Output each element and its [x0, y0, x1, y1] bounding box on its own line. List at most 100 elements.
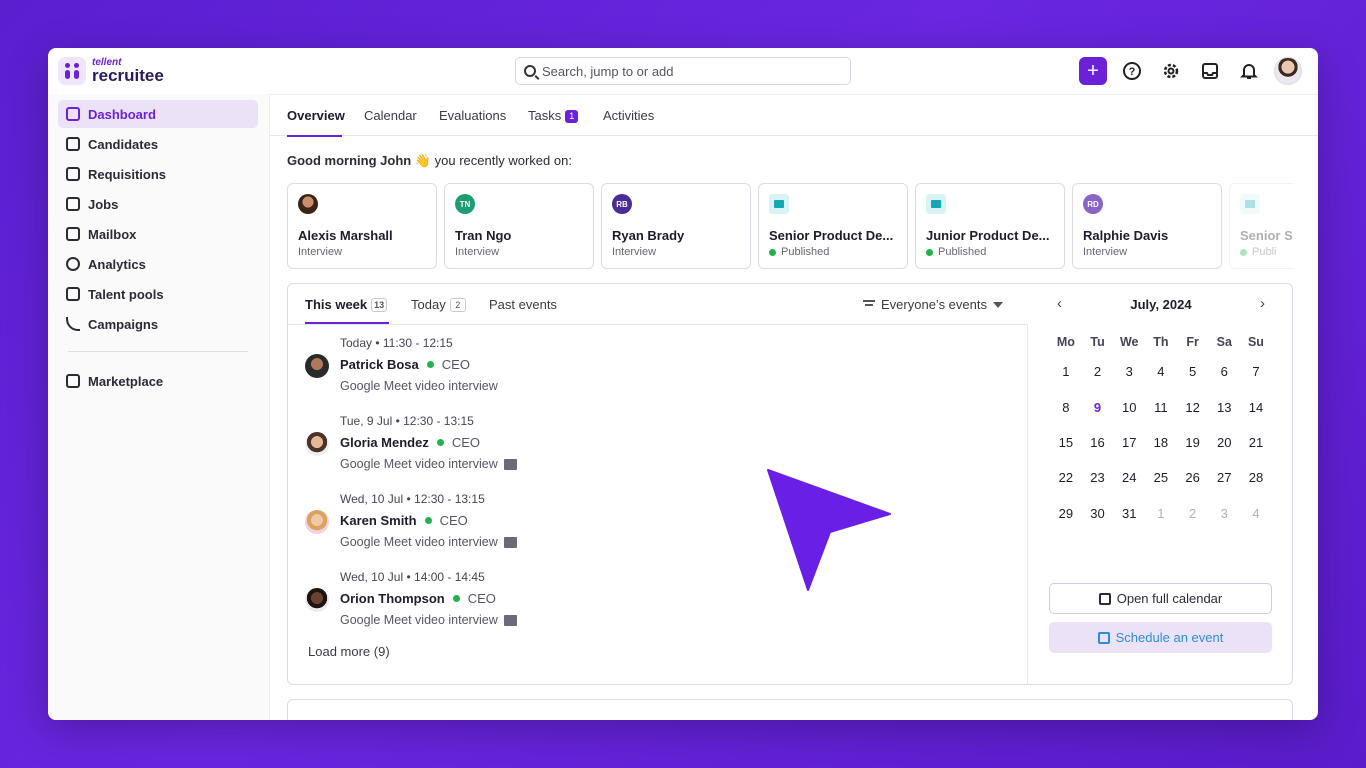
inbox-icon[interactable]	[1196, 57, 1224, 85]
chevron-right-icon[interactable]: ›	[1260, 295, 1265, 312]
calendar-day[interactable]: 7	[1240, 364, 1272, 379]
status-dot	[424, 517, 432, 524]
message-icon[interactable]	[503, 458, 517, 470]
recent-card[interactable]: Junior Product De... Published	[915, 183, 1065, 269]
calendar-week: 29 30 31 1 2 3 4	[1050, 496, 1272, 531]
sidebar-divider	[68, 351, 248, 352]
tab-tasks[interactable]: Tasks 1	[528, 108, 579, 123]
sidebar-item-candidates[interactable]: Candidates	[58, 130, 258, 158]
calendar-day-next-month[interactable]: 1	[1145, 506, 1177, 521]
event-time: Tue, 9 Jul • 12:30 - 13:15	[340, 414, 474, 428]
calendar-day[interactable]: 11	[1145, 400, 1177, 415]
chevron-down-icon	[993, 301, 1003, 308]
calendar-day[interactable]: 26	[1177, 470, 1209, 485]
user-avatar[interactable]	[1274, 57, 1302, 85]
calendar-day[interactable]: 14	[1240, 400, 1272, 415]
calendar-day[interactable]: 21	[1240, 435, 1272, 450]
event-role: CEO	[441, 357, 470, 372]
sidebar-item-requisitions[interactable]: Requisitions	[58, 160, 258, 188]
search-placeholder: Search, jump to or add	[542, 63, 674, 79]
calendar-day-today[interactable]: 9	[1081, 391, 1114, 424]
calendar-day[interactable]: 28	[1240, 470, 1272, 485]
calendar-day[interactable]: 1	[1050, 364, 1082, 379]
briefcase-icon	[1240, 194, 1260, 214]
calendar-day[interactable]: 15	[1050, 435, 1082, 450]
calendar-day[interactable]: 4	[1145, 364, 1177, 379]
recent-card[interactable]: Alexis Marshall Interview	[287, 183, 437, 269]
calendar-day[interactable]: 30	[1082, 506, 1114, 521]
sidebar-item-dashboard[interactable]: Dashboard	[58, 100, 258, 128]
notifications-bell-icon[interactable]	[1235, 57, 1263, 85]
calendar-day[interactable]: 27	[1208, 470, 1240, 485]
calendar-day[interactable]: 29	[1050, 506, 1082, 521]
calendar-day[interactable]: 18	[1145, 435, 1177, 450]
recent-card[interactable]: Senior Product De... Published	[758, 183, 908, 269]
status-dot	[426, 361, 434, 368]
recent-card-sub: Interview	[298, 246, 343, 258]
sidebar-item-marketplace[interactable]: Marketplace	[58, 367, 258, 395]
settings-gear-icon[interactable]	[1157, 57, 1185, 85]
tab-past-events[interactable]: Past events	[489, 297, 557, 312]
folder-icon	[66, 287, 80, 301]
calendar-day[interactable]: 12	[1177, 400, 1209, 415]
recent-card[interactable]: RD Ralphie Davis Interview	[1072, 183, 1222, 269]
events-filter-dropdown[interactable]: Everyone’s events	[863, 297, 1003, 312]
calendar-day[interactable]: 2	[1082, 364, 1114, 379]
event-item[interactable]: Today • 11:30 - 12:15 Patrick Bosa CEO Go…	[305, 336, 1005, 398]
calendar-weekdays: Mo Tu We Th Fr Sa Su	[1050, 330, 1272, 354]
schedule-event-button[interactable]: Schedule an event	[1049, 622, 1272, 653]
greeting-bold: Good morning John	[287, 153, 412, 168]
published-dot	[926, 248, 933, 256]
sidebar-item-label: Analytics	[88, 256, 146, 272]
tab-activities[interactable]: Activities	[603, 108, 654, 123]
event-person-name: Orion Thompson	[340, 591, 445, 606]
message-icon[interactable]	[503, 536, 517, 548]
event-description-text: Google Meet video interview	[340, 613, 498, 627]
recent-card[interactable]: RB Ryan Brady Interview	[601, 183, 751, 269]
calendar-day[interactable]: 17	[1113, 435, 1145, 450]
calendar-day[interactable]: 24	[1113, 470, 1145, 485]
tab-today[interactable]: Today 2	[411, 297, 466, 312]
sidebar-item-talent-pools[interactable]: Talent pools	[58, 280, 258, 308]
help-icon[interactable]: ?	[1118, 57, 1146, 85]
calendar-day[interactable]: 16	[1082, 435, 1114, 450]
message-icon[interactable]	[503, 614, 517, 626]
calendar-day[interactable]: 5	[1177, 364, 1209, 379]
tab-calendar[interactable]: Calendar	[364, 108, 417, 123]
sidebar-item-analytics[interactable]: Analytics	[58, 250, 258, 278]
search-input[interactable]: Search, jump to or add	[515, 57, 851, 85]
recent-card[interactable]: Senior S Publi	[1229, 183, 1293, 269]
recent-card[interactable]: TN Tran Ngo Interview	[444, 183, 594, 269]
calendar-day[interactable]: 22	[1050, 470, 1082, 485]
calendar-day[interactable]: 6	[1208, 364, 1240, 379]
add-button[interactable]: +	[1079, 57, 1107, 85]
avatar	[305, 432, 329, 456]
tab-this-week[interactable]: This week 13	[305, 297, 388, 312]
calendar-day[interactable]: 25	[1145, 470, 1177, 485]
sidebar-item-mailbox[interactable]: Mailbox	[58, 220, 258, 248]
published-dot	[769, 248, 776, 256]
sidebar-item-campaigns[interactable]: Campaigns	[58, 310, 258, 338]
open-full-calendar-button[interactable]: Open full calendar	[1049, 583, 1272, 614]
logo[interactable]: tellent recruitee	[58, 57, 164, 85]
calendar-day[interactable]: 20	[1208, 435, 1240, 450]
filter-icon	[863, 300, 875, 309]
calendar-day-next-month[interactable]: 2	[1177, 506, 1209, 521]
load-more-button[interactable]: Load more (9)	[308, 644, 390, 659]
calendar-day[interactable]: 10	[1113, 400, 1145, 415]
sidebar-item-label: Dashboard	[88, 106, 156, 122]
calendar-day[interactable]: 8	[1050, 400, 1082, 415]
event-person-name: Karen Smith	[340, 513, 417, 528]
calendar-day[interactable]: 3	[1113, 364, 1145, 379]
calendar-day[interactable]: 31	[1113, 506, 1145, 521]
sidebar-item-jobs[interactable]: Jobs	[58, 190, 258, 218]
calendar-day-next-month[interactable]: 4	[1240, 506, 1272, 521]
tab-overview[interactable]: Overview	[287, 108, 345, 123]
tab-evaluations[interactable]: Evaluations	[439, 108, 506, 123]
event-description-text: Google Meet video interview	[340, 535, 498, 549]
calendar-day[interactable]: 19	[1177, 435, 1209, 450]
calendar-day[interactable]: 23	[1082, 470, 1114, 485]
weekday-label: We	[1119, 335, 1139, 349]
calendar-day-next-month[interactable]: 3	[1208, 506, 1240, 521]
calendar-day[interactable]: 13	[1208, 400, 1240, 415]
